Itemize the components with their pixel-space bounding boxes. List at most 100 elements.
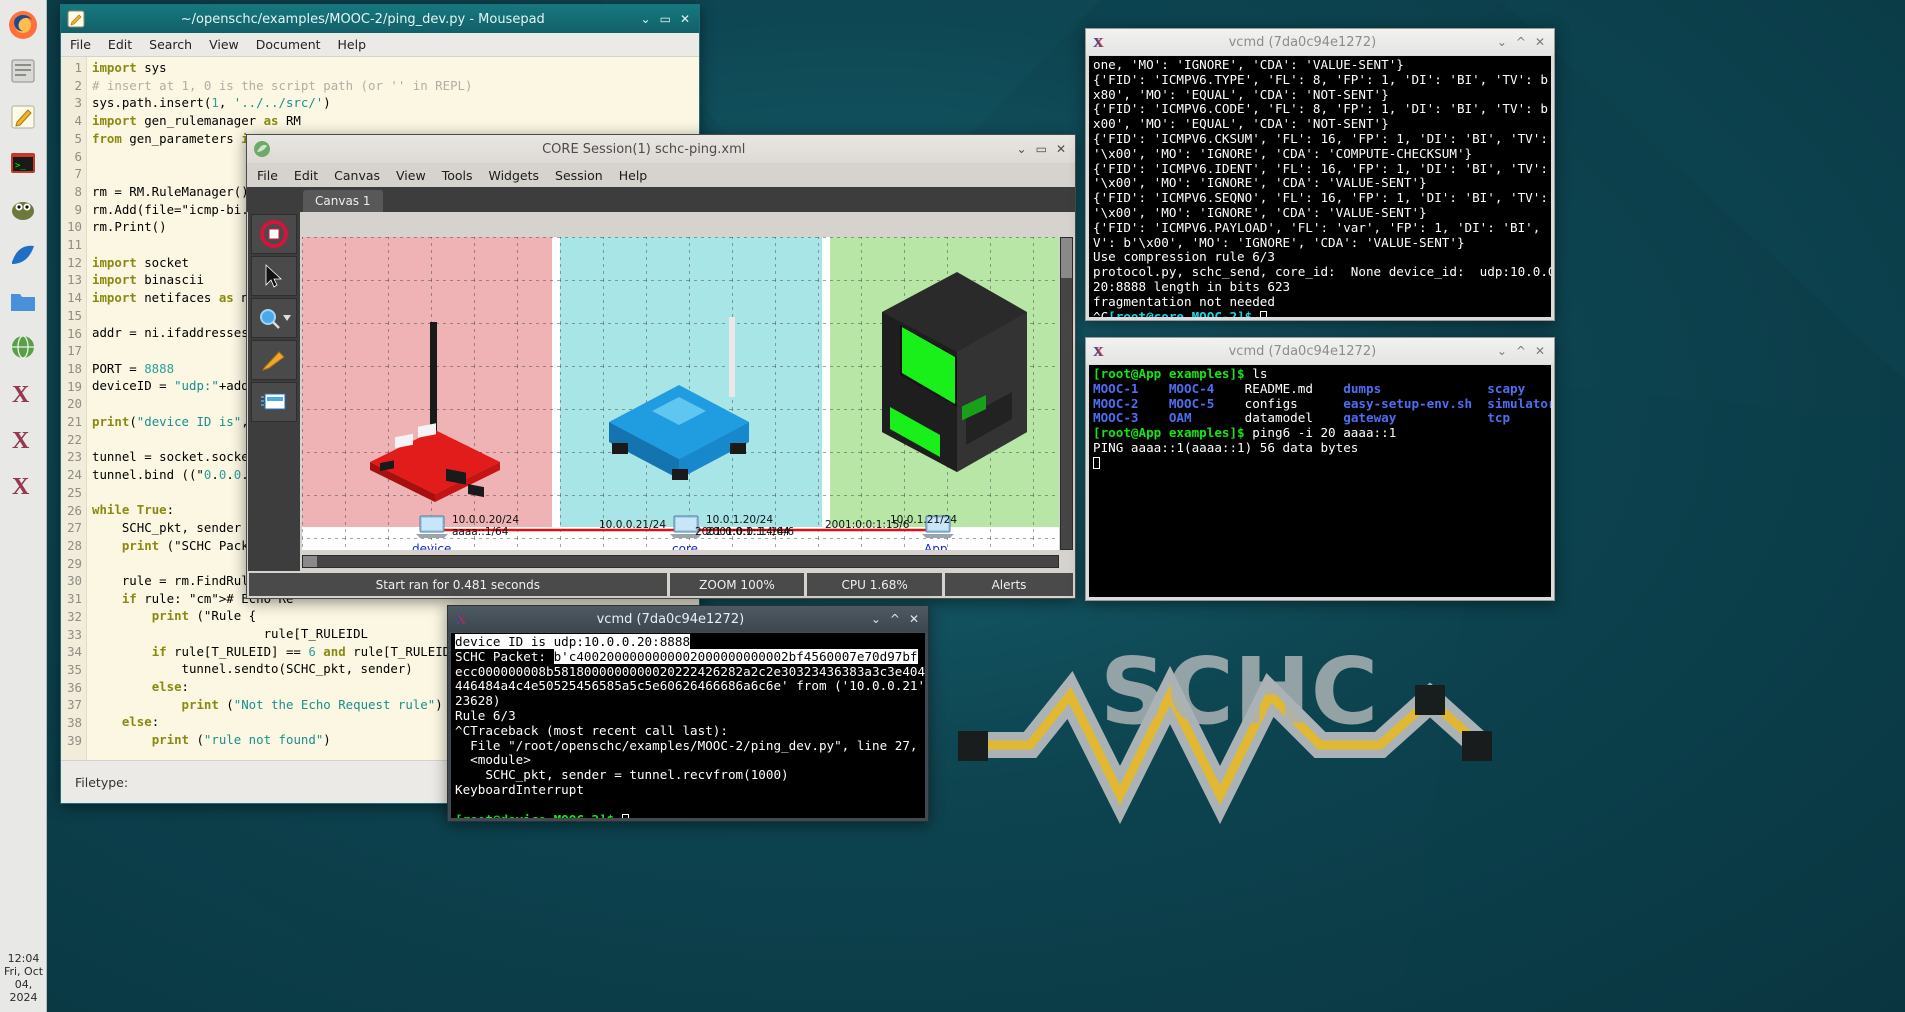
close-icon[interactable]: ✕ [680, 13, 690, 25]
mousepad-window-controls[interactable]: ⌄ ▭ ✕ [641, 13, 693, 25]
core-tabbar[interactable]: Canvas 1 [247, 187, 1075, 212]
maximize-icon[interactable]: ^ [1516, 36, 1526, 48]
app-terminal-window[interactable]: XX vcmd (7da0c94e1272) ⌄ ^ ✕ [root@App e… [1085, 337, 1555, 601]
menu-help[interactable]: Help [338, 37, 367, 52]
schc-desktop-logo: SCHC [958, 645, 1492, 825]
core-menu-tools[interactable]: Tools [442, 168, 473, 183]
menu-view[interactable]: View [209, 37, 239, 52]
maximize-icon[interactable]: ^ [890, 613, 900, 625]
menu-file[interactable]: File [70, 37, 91, 52]
menu-edit[interactable]: Edit [108, 37, 132, 52]
core-window-controls[interactable]: ⌄ ▭ ✕ [1017, 143, 1069, 155]
term3-output[interactable]: device ID is udp:10.0.0.20:8888 SCHC Pac… [451, 633, 925, 818]
network-links [432, 528, 944, 532]
clock-day: Fri, Oct [3, 965, 44, 978]
stop-session-button[interactable] [251, 214, 297, 254]
status-cpu: CPU 1.68% [807, 573, 943, 596]
xterm-icon: XX [454, 611, 470, 628]
node-app-name: App [924, 542, 948, 550]
core-terminal-window[interactable]: XX vcmd (7da0c94e1272) ⌄ ^ ✕ one, 'MO': … [1085, 28, 1555, 321]
core-menu-edit[interactable]: Edit [294, 168, 318, 183]
taskbar-clock: 12:04 Fri, Oct 04, 2024 [0, 952, 47, 1004]
minimize-icon[interactable]: ⌄ [1017, 143, 1027, 155]
minimize-icon[interactable]: ⌄ [871, 613, 881, 625]
term1-output[interactable]: one, 'MO': 'IGNORE', 'CDA': 'VALUE-SENT'… [1089, 56, 1551, 317]
node-device-name: device [412, 542, 452, 550]
core-menu-view[interactable]: View [396, 168, 426, 183]
svg-text:X: X [12, 428, 30, 454]
globe-icon[interactable] [5, 328, 42, 365]
close-icon[interactable]: ✕ [1535, 36, 1545, 48]
term1-window-controls[interactable]: ⌄ ^ ✕ [1497, 36, 1548, 48]
term2-title: vcmd (7da0c94e1272) [1228, 343, 1377, 359]
core-titlebar[interactable]: CORE Session(1) schc-ping.xml ⌄ ▭ ✕ [247, 135, 1075, 163]
core-icon-3[interactable]: XX [5, 466, 42, 503]
selection-tool-button[interactable] [251, 256, 297, 296]
xterm-icon: XX [1092, 343, 1108, 360]
term1-title: vcmd (7da0c94e1272) [1228, 34, 1377, 50]
node-core-name: core [672, 542, 698, 550]
xterm-icon: XX [1092, 34, 1108, 51]
minimize-icon[interactable]: ⌄ [1497, 36, 1507, 48]
svg-text:SCHC: SCHC [1100, 645, 1378, 745]
device-terminal-window[interactable]: XX vcmd (7da0c94e1272) ⌄ ^ ✕ device ID i… [447, 605, 929, 822]
core-menubar[interactable]: File Edit Canvas View Tools Widgets Sess… [247, 163, 1075, 187]
maximize-icon[interactable]: ▭ [1036, 143, 1047, 155]
menu-search[interactable]: Search [149, 37, 192, 52]
files-icon[interactable] [5, 52, 42, 89]
mousepad-menubar[interactable]: File Edit Search View Document Help [61, 33, 699, 57]
text-tool-button[interactable] [251, 382, 297, 422]
clock-time: 12:04 [7, 952, 40, 965]
term3-window-controls[interactable]: ⌄ ^ ✕ [871, 613, 922, 625]
mousepad-titlebar[interactable]: ~/openschc/examples/MOOC-2/ping_dev.py -… [61, 5, 699, 33]
core-menu-widgets[interactable]: Widgets [489, 168, 540, 183]
core-icon-1[interactable]: XX [5, 374, 42, 411]
terminal-red-icon[interactable]: >_ [5, 144, 42, 181]
close-icon[interactable]: ✕ [1056, 143, 1066, 155]
svg-text:X: X [12, 382, 30, 408]
node-device[interactable] [414, 514, 449, 540]
core-icon-2[interactable]: XX [5, 420, 42, 457]
folder-icon[interactable] [5, 282, 42, 319]
firefox-icon[interactable] [5, 6, 42, 43]
close-icon[interactable]: ✕ [1535, 345, 1545, 357]
core-canvas[interactable]: 10.0.0.20/24 aaaa::1/64 device 10.0.1.20… [302, 237, 1059, 550]
term2-output[interactable]: [root@App examples]$ ls MOOC-1 MOOC-4 RE… [1089, 365, 1551, 597]
zoom-tool-button[interactable] [251, 298, 297, 338]
term3-titlebar[interactable]: XX vcmd (7da0c94e1272) ⌄ ^ ✕ [448, 606, 928, 632]
core-menu-canvas[interactable]: Canvas [334, 168, 380, 183]
core-menu-session[interactable]: Session [555, 168, 603, 183]
blue-app-icon[interactable] [5, 236, 42, 273]
status-zoom[interactable]: ZOOM 100% [669, 573, 805, 596]
canvas-vertical-scrollbar[interactable] [1060, 237, 1073, 550]
core-menu-help[interactable]: Help [619, 168, 648, 183]
node-device-ipv4: 10.0.0.20/24 [452, 514, 519, 526]
minimize-icon[interactable]: ⌄ [641, 13, 651, 25]
maximize-icon[interactable]: ▭ [660, 13, 671, 25]
taskbar: >_ XX XX XX 12:04 Fri, Oct 04, 2024 [0, 0, 47, 1012]
term2-window-controls[interactable]: ⌄ ^ ✕ [1497, 345, 1548, 357]
maximize-icon[interactable]: ^ [1516, 345, 1526, 357]
link-label-2: 2001:0:0:1::14/64 [695, 526, 790, 538]
mousepad-title: ~/openschc/examples/MOOC-2/ping_dev.py -… [180, 11, 545, 27]
menu-document[interactable]: Document [256, 37, 321, 52]
text-editor-icon[interactable] [5, 98, 42, 135]
term3-title: vcmd (7da0c94e1272) [596, 611, 745, 627]
core-toolbar[interactable] [248, 212, 300, 571]
core-title: CORE Session(1) schc-ping.xml [542, 141, 746, 157]
core-menu-file[interactable]: File [257, 168, 278, 183]
term2-titlebar[interactable]: XX vcmd (7da0c94e1272) ⌄ ^ ✕ [1086, 338, 1554, 364]
close-icon[interactable]: ✕ [909, 613, 919, 625]
status-alerts[interactable]: Alerts [945, 573, 1073, 596]
marker-tool-button[interactable] [251, 340, 297, 380]
clock-date: 04, 2024 [9, 978, 38, 1004]
node-core-ipv4: 10.0.1.20/24 [706, 514, 773, 526]
svg-text:X: X [456, 613, 466, 627]
gimp-icon[interactable] [5, 190, 42, 227]
core-session-window[interactable]: CORE Session(1) schc-ping.xml ⌄ ▭ ✕ File… [246, 134, 1076, 599]
canvas-horizontal-scrollbar[interactable] [302, 555, 1059, 568]
minimize-icon[interactable]: ⌄ [1497, 345, 1507, 357]
tab-canvas-1[interactable]: Canvas 1 [303, 190, 383, 212]
term1-titlebar[interactable]: XX vcmd (7da0c94e1272) ⌄ ^ ✕ [1086, 29, 1554, 55]
status-run-text: Start ran for 0.481 seconds [249, 573, 667, 596]
